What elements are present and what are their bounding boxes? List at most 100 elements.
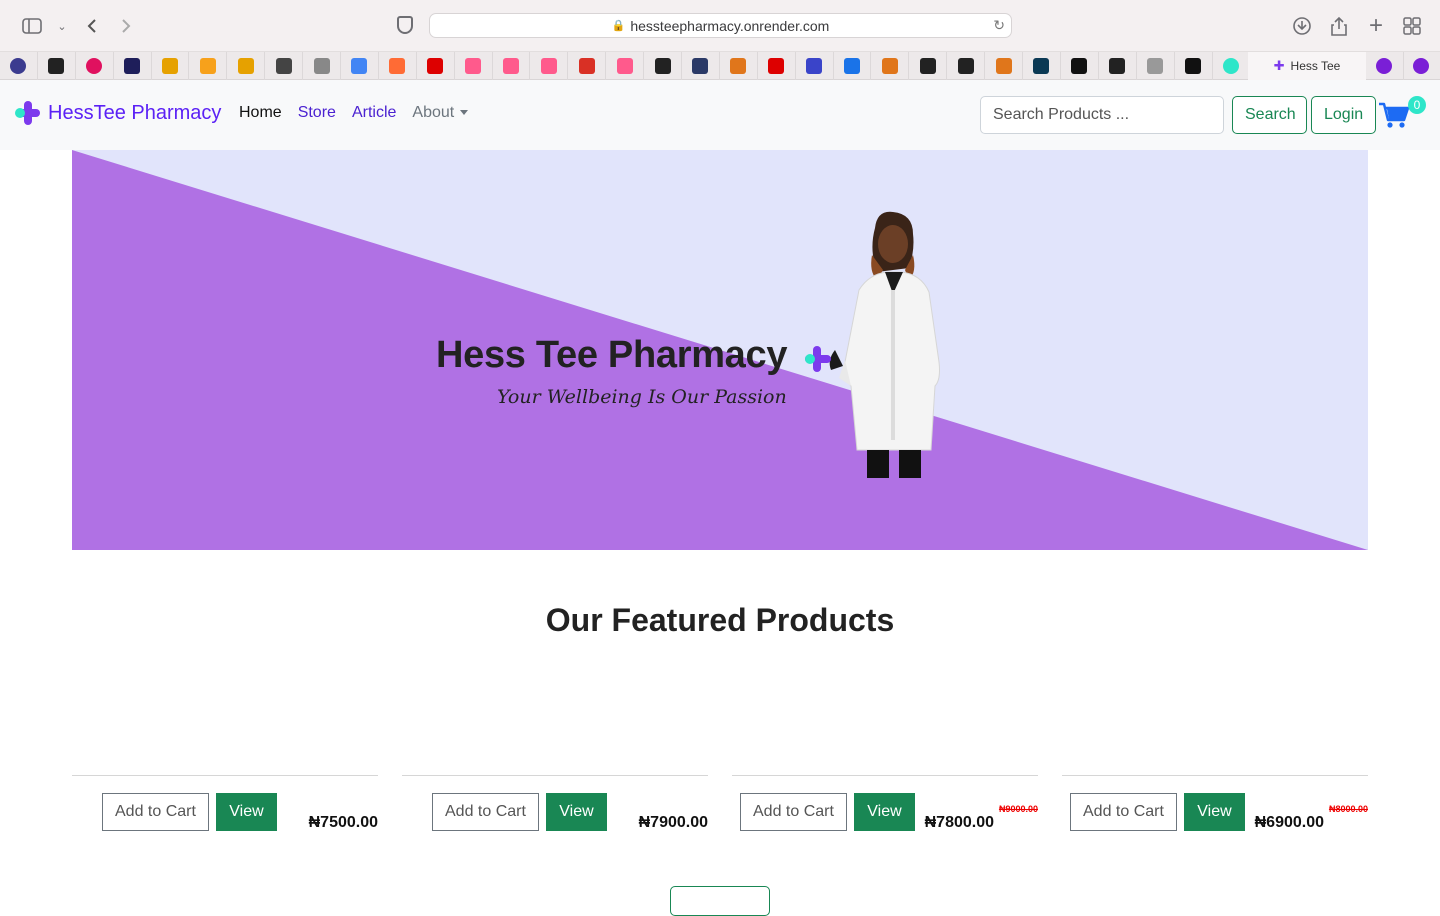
add-to-cart-button[interactable]: Add to Cart: [1070, 793, 1177, 831]
product-old-price: ₦8000.00: [1328, 804, 1368, 814]
bookmark-item[interactable]: [834, 51, 872, 80]
bookmark-item[interactable]: [758, 51, 796, 80]
active-tab-title: Hess Tee: [1290, 59, 1341, 73]
bookmark-item[interactable]: [644, 51, 683, 80]
featured-products-heading: Our Featured Products: [545, 602, 895, 638]
bookmark-item[interactable]: [341, 51, 379, 80]
tab-overview-icon[interactable]: [1400, 14, 1424, 38]
product-card: Add to Cart View ₦7900.00: [402, 775, 708, 845]
bookmark-item[interactable]: [1061, 51, 1099, 80]
search-button[interactable]: Search: [1232, 96, 1307, 134]
bookmark-item[interactable]: [38, 51, 76, 80]
bookmark-favicon-icon: [919, 57, 936, 74]
bookmark-favicon-icon: [730, 57, 747, 74]
bookmark-item[interactable]: [568, 51, 607, 80]
bookmark-item[interactable]: [152, 51, 190, 80]
reload-icon[interactable]: ↻: [993, 17, 1005, 34]
new-tab-icon[interactable]: +: [1364, 12, 1388, 39]
bookmark-item[interactable]: [189, 51, 228, 80]
lock-icon: 🔒: [611, 20, 626, 32]
view-more-button[interactable]: [670, 886, 770, 916]
bookmark-item[interactable]: [985, 51, 1024, 80]
bookmark-favicon-icon: [275, 57, 292, 74]
product-price: ₦7500.00: [308, 814, 378, 831]
view-product-button[interactable]: View: [546, 793, 607, 831]
nav-about-dropdown[interactable]: About: [412, 104, 469, 122]
bookmark-item[interactable]: [1023, 51, 1061, 80]
view-product-button[interactable]: View: [216, 793, 277, 831]
product-price: ₦6900.00: [1254, 814, 1324, 831]
bookmark-item[interactable]: [530, 51, 569, 80]
nav-store-link[interactable]: Store: [298, 104, 336, 122]
cart-button[interactable]: 0: [1378, 96, 1426, 130]
privacy-shield-icon[interactable]: [397, 16, 413, 34]
back-icon[interactable]: [80, 14, 104, 38]
bookmark-item[interactable]: [720, 51, 758, 80]
bookmark-favicon-icon: [881, 57, 898, 74]
view-product-button[interactable]: View: [854, 793, 915, 831]
address-bar[interactable]: 🔒 hessteepharmacy.onrender.com ↻: [429, 13, 1012, 38]
bookmark-item[interactable]: [909, 51, 948, 80]
bookmark-favicon-icon: [768, 57, 785, 74]
bookmark-item[interactable]: [76, 51, 114, 80]
pharmacy-logo-icon: ✚: [1273, 58, 1285, 73]
bookmark-favicon-icon: [86, 57, 103, 74]
share-icon[interactable]: [1327, 14, 1351, 38]
active-tab[interactable]: ✚ Hess Tee: [1248, 52, 1366, 80]
hero-banner: Hess Tee Pharmacy Your Wellbeing Is Our …: [72, 150, 1368, 550]
bookmark-item[interactable]: [606, 51, 645, 80]
bookmark-item[interactable]: [379, 51, 417, 80]
bookmark-favicon-icon: [237, 57, 254, 74]
bookmark-favicon-icon: [957, 57, 974, 74]
product-card: Add to Cart View ₦8000.00 ₦6900.00: [1062, 775, 1368, 845]
bookmark-favicon-icon: [578, 57, 595, 74]
login-button[interactable]: Login: [1311, 96, 1376, 134]
bookmark-item[interactable]: [265, 51, 304, 80]
nav-home-link[interactable]: Home: [239, 104, 282, 122]
bookmark-item[interactable]: [493, 51, 531, 80]
add-to-cart-button[interactable]: Add to Cart: [432, 793, 539, 831]
bookmark-favicon-icon: [465, 57, 482, 74]
bookmark-item[interactable]: [303, 51, 342, 80]
bookmark-item[interactable]: [455, 51, 493, 80]
bookmark-favicon-icon: [48, 57, 65, 74]
bookmark-item[interactable]: [1099, 51, 1137, 80]
bookmark-item[interactable]: [947, 51, 986, 80]
add-to-cart-button[interactable]: Add to Cart: [102, 793, 209, 831]
bookmark-item[interactable]: [1213, 51, 1251, 80]
bookmark-favicon-icon: [844, 57, 861, 74]
bookmark-item[interactable]: [417, 51, 455, 80]
pharmacy-logo-icon: [14, 99, 42, 127]
nav-links: Home Store Article About: [239, 104, 484, 122]
brand-link[interactable]: HessTee Pharmacy: [14, 99, 221, 127]
view-product-button[interactable]: View: [1184, 793, 1245, 831]
nav-article-link[interactable]: Article: [352, 104, 396, 122]
bookmark-favicon-icon: [10, 57, 27, 74]
extension-info-icon: [1413, 58, 1430, 74]
bookmark-item[interactable]: [0, 51, 38, 80]
caret-down-icon: [460, 110, 469, 116]
chevron-down-icon[interactable]: ⌄: [50, 14, 74, 38]
forward-icon[interactable]: [114, 14, 138, 38]
sidebar-toggle-icon[interactable]: [20, 14, 44, 38]
hero-tagline: Your Wellbeing Is Our Passion: [497, 386, 787, 408]
bookmark-item[interactable]: [114, 51, 152, 80]
bookmark-item[interactable]: [682, 51, 720, 80]
cart-count-badge: 0: [1408, 96, 1426, 114]
bookmark-favicon-icon: [1109, 57, 1126, 74]
search-input[interactable]: [980, 96, 1224, 134]
bookmark-item[interactable]: [871, 51, 910, 80]
bookmark-item[interactable]: [796, 51, 834, 80]
add-to-cart-button[interactable]: Add to Cart: [740, 793, 847, 831]
bookmark-favicon-icon: [162, 57, 178, 74]
bookmark-item[interactable]: [1175, 51, 1213, 80]
bookmark-item[interactable]: [1137, 51, 1175, 80]
bookmark-favicon-icon: [427, 57, 444, 74]
bookmark-favicon-icon: [616, 57, 633, 74]
download-icon[interactable]: [1290, 14, 1314, 38]
extension-icon[interactable]: [1366, 52, 1404, 80]
bookmark-favicon-icon: [389, 57, 406, 74]
bookmark-favicon-icon: [351, 57, 368, 74]
bookmark-item[interactable]: [227, 51, 266, 80]
extension-icon[interactable]: [1403, 52, 1440, 80]
